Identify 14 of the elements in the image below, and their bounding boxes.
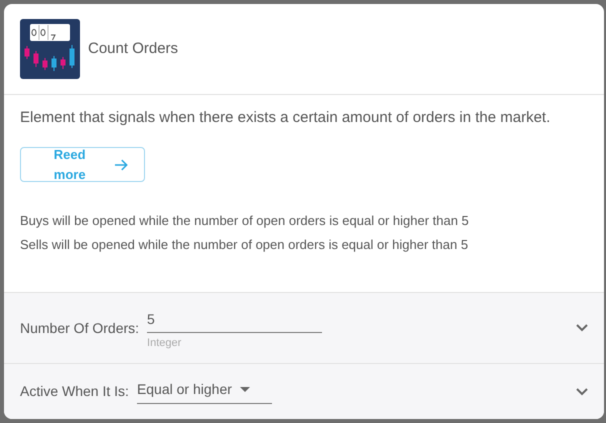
chevron-down-icon[interactable] (576, 388, 588, 396)
chevron-down-icon[interactable] (576, 324, 588, 332)
rule-text: Sells will be opened while the number of open orders is equal or higher than 5 (20, 237, 470, 253)
dropdown-field[interactable]: Equal or higher (136, 379, 272, 404)
description-text: Element that signals when there exists a certain amount of orders in the market. (20, 109, 552, 126)
field-hint: Integer (147, 336, 182, 351)
parameter-label: Number Of Orders: (20, 318, 140, 338)
arrow-right-icon (114, 158, 128, 170)
parameter-label: Active When It Is: (20, 382, 129, 401)
counter-chart-icon (20, 19, 80, 79)
input-field[interactable]: 5 (147, 308, 322, 333)
element-title: Count Orders (88, 38, 178, 59)
caret-icon (240, 386, 250, 392)
rule-text: Buys will be opened while the number of open orders is equal or higher than 5 (20, 213, 470, 229)
